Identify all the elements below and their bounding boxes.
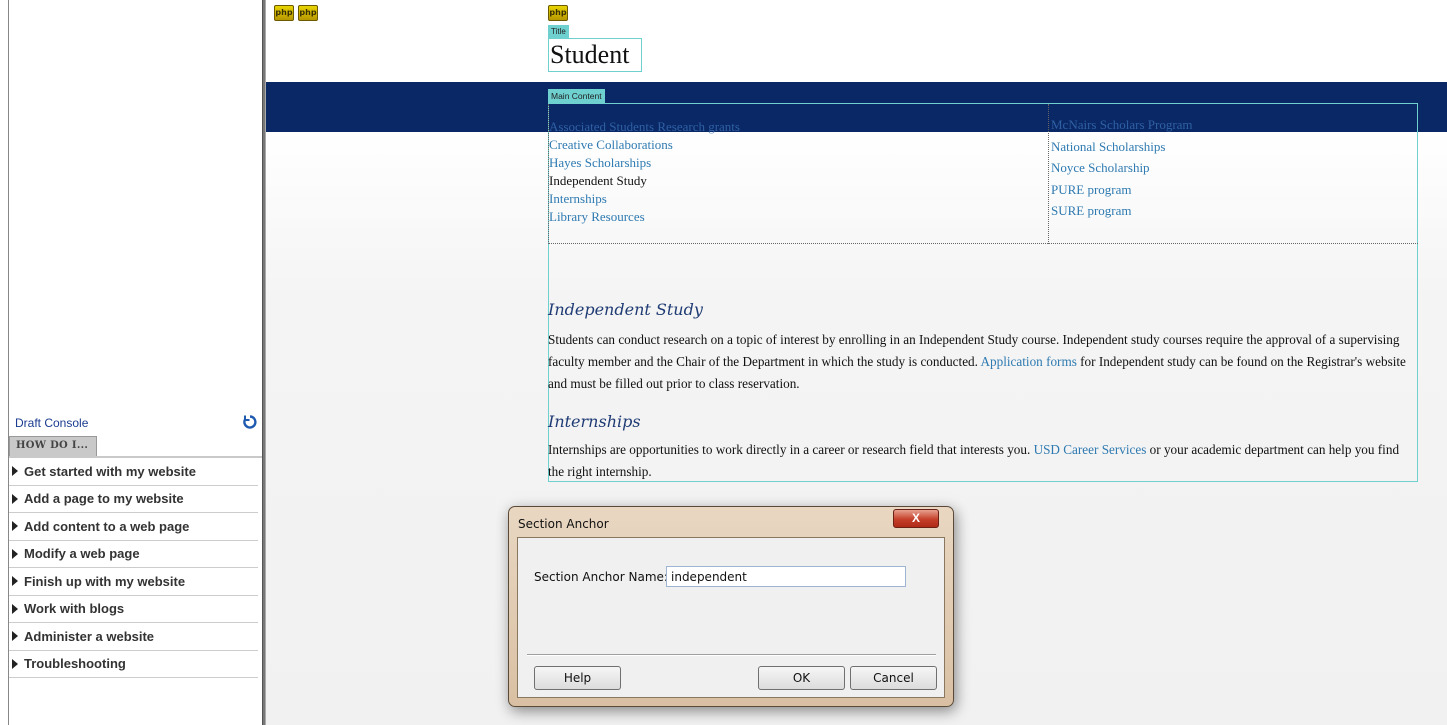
nav-link[interactable]: SURE program — [1051, 200, 1193, 222]
table-column-divider — [1048, 104, 1049, 244]
section-anchor-dialog: Section Anchor X Section Anchor Name: He… — [508, 506, 954, 707]
expand-arrow-icon — [12, 466, 18, 477]
how-do-i-item[interactable]: Work with blogs — [9, 596, 258, 623]
nav-link[interactable]: Associated Students Research grants — [549, 118, 740, 136]
expand-arrow-icon — [12, 603, 18, 614]
nav-link[interactable]: National Scholarships — [1051, 136, 1193, 158]
how-do-i-item-label: Finish up with my website — [24, 573, 186, 589]
paragraph-text: Internships are opportunities to work di… — [548, 442, 1034, 457]
how-do-i-item[interactable]: Troubleshooting — [9, 651, 258, 678]
expand-arrow-icon — [12, 658, 18, 669]
how-do-i-item[interactable]: Get started with my website — [9, 458, 258, 486]
how-do-i-list: Get started with my website Add a page t… — [9, 458, 258, 678]
dialog-title: Section Anchor — [518, 517, 609, 531]
how-do-i-item[interactable]: Finish up with my website — [9, 568, 258, 596]
expand-arrow-icon — [12, 576, 18, 587]
how-do-i-item[interactable]: Add content to a web page — [9, 513, 258, 541]
dialog-body: Section Anchor Name: Help OK Cancel — [517, 537, 945, 698]
nav-link[interactable]: Creative Collaborations — [549, 136, 740, 154]
help-button[interactable]: Help — [534, 666, 621, 690]
expand-arrow-icon — [12, 548, 18, 559]
php-include-icon[interactable]: php — [298, 5, 318, 21]
close-icon[interactable]: X — [893, 509, 939, 528]
main-content-region-label[interactable]: Main Content — [548, 89, 605, 103]
career-services-link[interactable]: USD Career Services — [1034, 442, 1147, 457]
nav-link-current[interactable]: Independent Study — [549, 172, 740, 190]
nav-link[interactable]: Hayes Scholarships — [549, 154, 740, 172]
section-heading: Internships — [548, 412, 641, 431]
php-include-icon[interactable]: php — [548, 5, 568, 21]
section-paragraph: Internships are opportunities to work di… — [548, 439, 1414, 483]
ok-button[interactable]: OK — [758, 666, 845, 690]
how-do-i-tab[interactable]: HOW DO I... — [9, 436, 97, 456]
nav-link[interactable]: McNairs Scholars Program — [1051, 114, 1193, 136]
how-do-i-item-label: Add a page to my website — [24, 491, 184, 507]
how-do-i-item-label: Modify a web page — [24, 546, 140, 562]
left-panel: Draft Console HOW DO I... Get started wi… — [0, 0, 262, 725]
cancel-button[interactable]: Cancel — [850, 666, 937, 690]
section-paragraph: Students can conduct research on a topic… — [548, 329, 1414, 395]
nav-link[interactable]: PURE program — [1051, 179, 1193, 201]
draft-console-label: Draft Console — [15, 416, 89, 430]
php-include-icon[interactable]: php — [274, 5, 294, 21]
refresh-icon[interactable] — [242, 414, 258, 430]
links-column-left: Associated Students Research grants Crea… — [549, 118, 740, 226]
dialog-separator — [527, 654, 936, 656]
how-do-i-item-label: Administer a website — [24, 628, 155, 644]
application-forms-link[interactable]: Application forms — [981, 354, 1077, 369]
draft-console-header[interactable]: Draft Console — [9, 412, 262, 432]
nav-link[interactable]: Internships — [549, 190, 740, 208]
anchor-name-input[interactable] — [666, 566, 906, 587]
nav-link[interactable]: Library Resources — [549, 208, 740, 226]
section-heading: Independent Study — [548, 300, 703, 319]
how-do-i-item[interactable]: Add a page to my website — [9, 486, 258, 513]
links-column-right: McNairs Scholars Program National Schola… — [1051, 114, 1193, 222]
nav-link[interactable]: Noyce Scholarship — [1051, 157, 1193, 179]
anchor-name-label: Section Anchor Name: — [534, 570, 668, 584]
how-do-i-item[interactable]: Modify a web page — [9, 541, 258, 568]
how-do-i-item-label: Get started with my website — [24, 463, 196, 479]
page-title[interactable]: Student — [548, 38, 642, 72]
links-table: Associated Students Research grants Crea… — [548, 104, 1418, 244]
how-do-i-item-label: Troubleshooting — [24, 656, 126, 672]
expand-arrow-icon — [12, 631, 18, 642]
expand-arrow-icon — [12, 521, 18, 532]
how-do-i-item-label: Work with blogs — [24, 601, 125, 617]
expand-arrow-icon — [12, 493, 18, 504]
title-region-label[interactable]: Title — [548, 25, 569, 38]
how-do-i-item-label: Add content to a web page — [24, 518, 190, 534]
how-do-i-item[interactable]: Administer a website — [9, 623, 258, 651]
